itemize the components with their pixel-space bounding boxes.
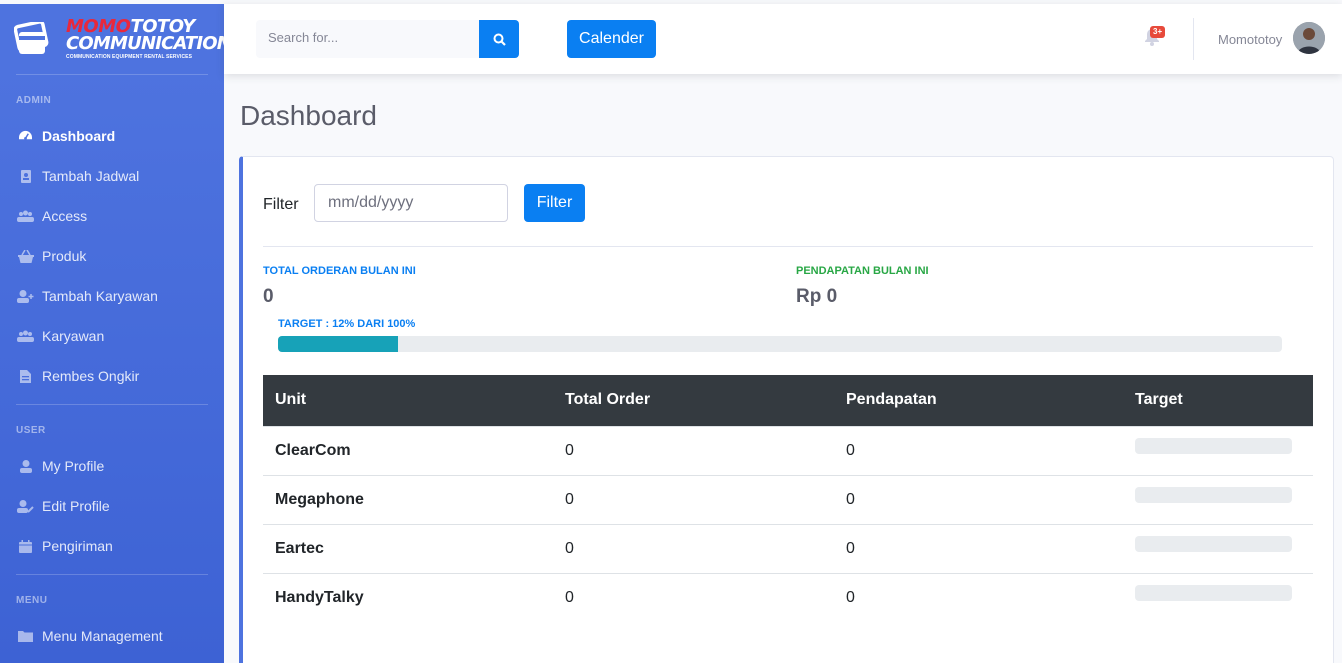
sidebar-item-dashboard[interactable]: Dashboard — [0, 116, 224, 156]
pendapatan-cell: 0 — [834, 523, 1123, 573]
table-row: Megaphone 0 0 — [263, 474, 1313, 524]
unit-cell: Eartec — [263, 523, 553, 573]
col-header-total-order: Total Order — [553, 375, 834, 426]
target-label: TARGET : 12% DARI 100% — [278, 318, 416, 330]
unit-cell: HandyTalky — [263, 572, 553, 622]
total-order-cell: 0 — [553, 425, 834, 475]
filter-label: Filter — [263, 196, 299, 213]
unit-cell: Megaphone — [263, 474, 553, 524]
sidebar-item-access[interactable]: Access — [0, 196, 224, 236]
sidebar-item-menu-management[interactable]: Menu Management — [0, 616, 224, 656]
brand-name-line2: COMMUNICATION — [66, 33, 232, 54]
brand-logo[interactable]: MOMOTOTOY COMMUNICATION COMMUNICATION EQ… — [0, 4, 232, 74]
income-label: PENDAPATAN BULAN INI — [796, 265, 929, 277]
total-order-cell: 0 — [553, 523, 834, 573]
total-orders-label: TOTAL ORDERAN BULAN INI — [263, 265, 416, 277]
brand-tagline: COMMUNICATION EQUIPMENT RENTAL SERVICES — [66, 54, 193, 60]
sidebar-item-label: Produk — [42, 248, 87, 264]
target-cell — [1123, 425, 1313, 475]
alerts-badge: 3+ — [1150, 26, 1166, 38]
pendapatan-cell: 0 — [834, 572, 1123, 622]
table-row: Eartec 0 0 — [263, 523, 1313, 573]
sidebar-item-label: Edit Profile — [42, 498, 110, 514]
filter-button[interactable]: Filter — [524, 184, 585, 222]
col-header-target: Target — [1123, 375, 1313, 426]
sidebar-item-label: Tambah Jadwal — [42, 168, 140, 184]
user-icon — [17, 459, 34, 473]
pendapatan-cell: 0 — [834, 474, 1123, 524]
table-row: HandyTalky 0 0 — [263, 572, 1313, 622]
sidebar-item-tambah-jadwal[interactable]: Tambah Jadwal — [0, 156, 224, 196]
sidebar-item-label: Rembes Ongkir — [42, 368, 140, 384]
users-icon — [17, 209, 34, 223]
total-order-cell: 0 — [553, 474, 834, 524]
sidebar-item-label: Karyawan — [42, 328, 105, 344]
avatar[interactable] — [1293, 22, 1325, 54]
file-invoice-icon — [17, 369, 34, 383]
folder-icon — [17, 629, 34, 643]
target-progress-bar — [1135, 585, 1292, 602]
sidebar-item-rembes-ongkir[interactable]: Rembes Ongkir — [0, 356, 224, 396]
sidebar-item-label: Access — [42, 208, 88, 224]
unit-table: Unit Total Order Pendapatan Target Clear… — [263, 375, 1313, 622]
target-progress-fill — [278, 336, 399, 352]
sidebar-item-label: Tambah Karyawan — [42, 288, 158, 304]
sidebar-item-label: Menu Management — [42, 628, 163, 644]
sidebar-item-karyawan[interactable]: Karyawan — [0, 316, 224, 356]
target-cell — [1123, 572, 1313, 622]
users-icon — [17, 329, 34, 343]
total-order-cell: 0 — [553, 572, 834, 622]
sidebar-heading-menu: MENU — [16, 595, 48, 606]
dashboard-card: Filter mm/dd/yyyy Filter TOTAL ORDERAN B… — [239, 156, 1334, 663]
shopping-basket-icon — [17, 249, 34, 263]
col-header-pendapatan: Pendapatan — [834, 375, 1123, 426]
sidebar-item-label: My Profile — [42, 458, 105, 474]
target-progress-bar — [1135, 487, 1292, 503]
user-plus-icon — [17, 289, 34, 303]
sidebar-item-pengiriman[interactable]: Pengiriman — [0, 526, 224, 566]
topbar-divider — [1193, 18, 1194, 60]
sidebar-heading-admin: ADMIN — [16, 95, 52, 106]
divider — [263, 246, 1313, 247]
tachometer-icon — [17, 129, 34, 143]
unit-cell: ClearCom — [263, 425, 553, 475]
col-header-unit: Unit — [263, 375, 553, 426]
sidebar-heading-user: USER — [16, 425, 46, 436]
target-progress-bar — [1135, 438, 1292, 454]
sidebar-item-my-profile[interactable]: My Profile — [0, 446, 224, 486]
target-progress-bar — [278, 336, 1282, 352]
sidebar-item-label: Dashboard — [42, 128, 116, 144]
user-name[interactable]: Momototoy — [1218, 32, 1282, 47]
page-title: Dashboard — [240, 100, 377, 131]
sidebar-item-label: Pengiriman — [42, 538, 113, 554]
calendar-button[interactable]: Calender — [567, 20, 656, 58]
pendapatan-cell: 0 — [834, 425, 1123, 475]
income-value: Rp 0 — [796, 286, 838, 307]
target-cell — [1123, 474, 1313, 524]
search-input[interactable]: Search for... — [256, 20, 480, 58]
calendar-icon — [17, 539, 34, 553]
topbar: Search for... Calender 3+ Momototoy — [224, 4, 1342, 74]
table-header-row: Unit Total Order Pendapatan Target — [263, 375, 1313, 426]
card-logo-icon — [13, 20, 50, 56]
sidebar-item-edit-profile[interactable]: Edit Profile — [0, 486, 224, 526]
target-cell — [1123, 523, 1313, 573]
date-filter-input[interactable]: mm/dd/yyyy — [314, 184, 508, 222]
total-orders-value: 0 — [263, 286, 274, 307]
table-row: ClearCom 0 0 — [263, 425, 1313, 475]
search-icon — [493, 33, 506, 46]
sidebar: MOMOTOTOY COMMUNICATION COMMUNICATION EQ… — [0, 4, 232, 663]
sidebar-item-tambah-karyawan[interactable]: Tambah Karyawan — [0, 276, 224, 316]
address-book-icon — [17, 169, 34, 183]
user-edit-icon — [17, 499, 34, 513]
sidebar-item-produk[interactable]: Produk — [0, 236, 224, 276]
search-button[interactable] — [479, 20, 519, 58]
target-progress-bar — [1135, 536, 1292, 552]
